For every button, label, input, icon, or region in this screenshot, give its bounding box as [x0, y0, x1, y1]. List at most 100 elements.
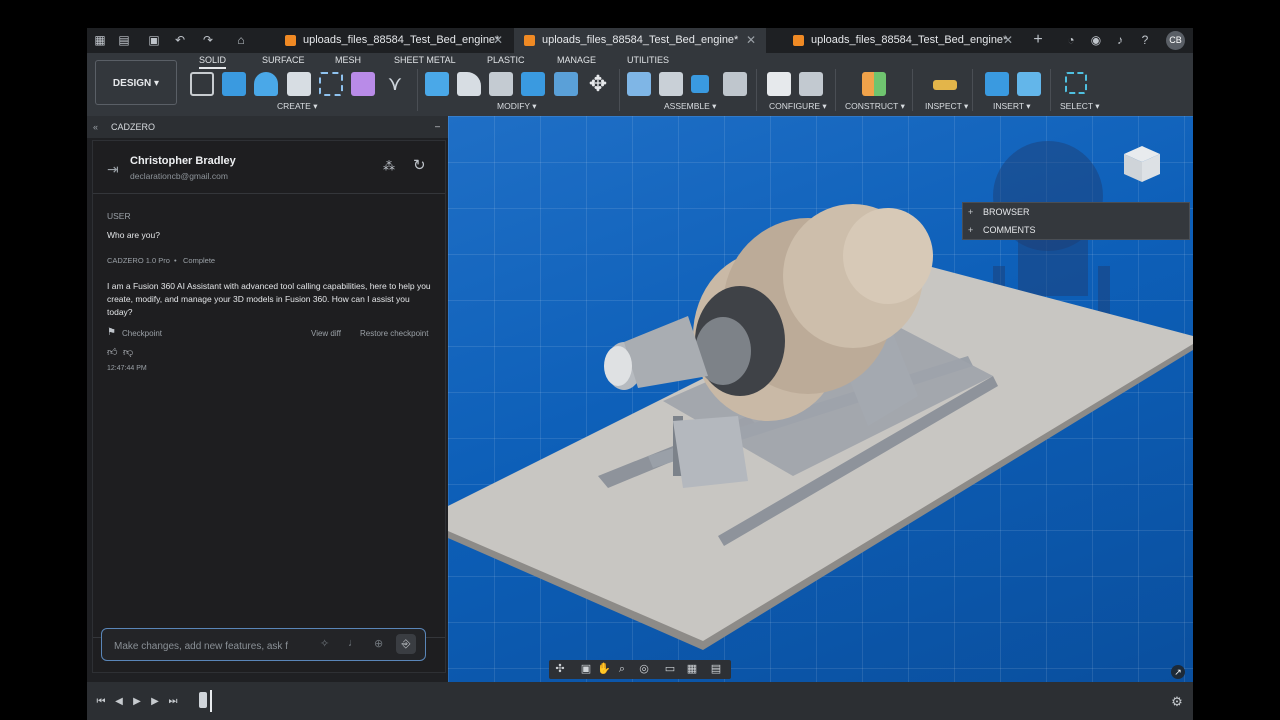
attach-icon[interactable]: ⊕	[374, 637, 383, 650]
fillet-icon[interactable]	[457, 72, 481, 96]
tab-plastic[interactable]: PLASTIC	[487, 55, 525, 65]
tab-sheet-metal[interactable]: SHEET METAL	[394, 55, 456, 65]
press-pull-icon[interactable]	[425, 72, 449, 96]
timeline-bar: ⏮ ◀ ▶ ▶ ⏭ ⚙	[87, 682, 1193, 720]
minimize-icon[interactable]: –	[435, 115, 440, 137]
create-menu[interactable]: CREATE ▾	[277, 101, 317, 112]
close-tab-icon[interactable]: ✕	[1003, 28, 1013, 53]
settings-gear-icon[interactable]: ⚙	[1171, 695, 1183, 708]
design-workspace-button[interactable]: DESIGN ▾	[95, 60, 177, 105]
timeline-feature[interactable]	[199, 692, 207, 708]
job-status-icon[interactable]: ◔	[1064, 33, 1078, 47]
tab-solid[interactable]: SOLID	[199, 55, 227, 69]
display-settings-icon[interactable]: ▭	[663, 662, 677, 676]
look-at-icon[interactable]: ▣	[579, 662, 593, 676]
pan-icon[interactable]: ✋	[597, 662, 611, 676]
zoom-icon[interactable]: ⌕	[615, 662, 629, 676]
shell-icon[interactable]	[489, 72, 513, 96]
orbit-icon[interactable]: ✣	[553, 662, 567, 676]
sign-out-icon[interactable]: ⇥	[107, 161, 119, 178]
assemble-menu[interactable]: ASSEMBLE ▾	[664, 101, 716, 112]
new-component-icon[interactable]	[627, 72, 651, 96]
step-forward-icon[interactable]: ▶	[149, 696, 161, 708]
configure-menu[interactable]: CONFIGURE ▾	[769, 101, 827, 112]
tab-surface[interactable]: SURFACE	[262, 55, 305, 65]
thumbs-up-icon[interactable]: 👍︎	[107, 346, 117, 358]
document-tab-active[interactable]: uploads_files_88584_Test_Bed_engine* ✕	[514, 28, 766, 53]
canvas-icon[interactable]	[1017, 72, 1041, 96]
as-built-joint-icon[interactable]	[691, 75, 709, 93]
help-icon[interactable]: ?	[1138, 33, 1152, 47]
configure-icon[interactable]	[767, 72, 791, 96]
joint-origin-icon[interactable]	[723, 72, 747, 96]
magic-icon[interactable]: ✧	[320, 637, 329, 650]
insert-derive-icon[interactable]	[985, 72, 1009, 96]
joint-icon[interactable]	[659, 72, 683, 96]
go-to-end-icon[interactable]: ⏭	[167, 696, 179, 708]
send-button[interactable]: ⎆	[396, 634, 416, 654]
tab-manage[interactable]: MANAGE	[557, 55, 596, 65]
create-sketch-icon[interactable]	[190, 72, 214, 96]
restore-checkpoint-link[interactable]: Restore checkpoint	[360, 329, 428, 338]
undo-icon[interactable]: ↶	[173, 33, 187, 47]
avatar[interactable]: CB	[1166, 31, 1185, 50]
save-icon[interactable]: ▣	[147, 33, 161, 47]
configuration-table-icon[interactable]	[799, 72, 823, 96]
browser-toggle[interactable]: + BROWSER	[963, 203, 1189, 221]
derive-icon[interactable]: ⋎	[383, 72, 407, 96]
grid-icon[interactable]: ▦	[685, 662, 699, 676]
divider	[619, 69, 620, 111]
timeline-marker[interactable]	[210, 690, 212, 712]
hole-icon[interactable]	[287, 72, 311, 96]
insert-menu[interactable]: INSERT ▾	[993, 101, 1031, 112]
view-cube[interactable]	[1116, 136, 1168, 188]
checkpoint-label[interactable]: Checkpoint	[122, 329, 162, 338]
document-tab[interactable]: uploads_files_88584_Test_Bed_engine* ✕	[275, 28, 513, 53]
comments-toggle[interactable]: + COMMENTS	[963, 221, 1189, 239]
sparkle-settings-icon[interactable]: ⁂	[383, 159, 395, 173]
home-icon[interactable]: ⌂	[234, 33, 248, 47]
notifications-icon[interactable]: ♪	[1113, 33, 1127, 47]
viewports-icon[interactable]: ▤	[709, 662, 723, 676]
collapse-icon[interactable]: «	[93, 116, 98, 138]
apps-grid-icon[interactable]: ▦	[93, 33, 107, 47]
revolve-icon[interactable]	[254, 72, 278, 96]
browser-label: BROWSER	[983, 207, 1030, 217]
offset-plane-icon[interactable]	[862, 72, 886, 96]
extensions-icon[interactable]: ◉	[1089, 33, 1103, 47]
construct-menu[interactable]: CONSTRUCT ▾	[845, 101, 905, 112]
go-to-start-icon[interactable]: ⏮	[95, 696, 107, 708]
3d-viewport[interactable]: + BROWSER + COMMENTS ✣ ▣ ✋ ⌕ ◎ ▭ ▦ ▤ ↗	[448, 116, 1193, 682]
file-icon[interactable]: ▤	[117, 33, 131, 47]
extrude-icon[interactable]	[222, 72, 246, 96]
view-diff-link[interactable]: View diff	[311, 329, 341, 338]
close-tab-icon[interactable]: ✕	[493, 28, 503, 53]
form-icon[interactable]	[351, 72, 375, 96]
document-tab[interactable]: uploads_files_88584_Test_Bed_engine* ✕	[783, 28, 1023, 53]
select-icon[interactable]	[1065, 72, 1087, 94]
chat-input[interactable]	[112, 637, 312, 655]
select-menu[interactable]: SELECT ▾	[1060, 101, 1100, 112]
refresh-icon[interactable]: ↻	[413, 156, 426, 174]
redo-icon[interactable]: ↷	[201, 33, 215, 47]
thumbs-down-icon[interactable]: 👎︎	[123, 346, 133, 358]
inspect-menu[interactable]: INSPECT ▾	[925, 101, 968, 112]
combine-icon[interactable]	[521, 72, 545, 96]
microphone-icon[interactable]: ♩	[348, 637, 359, 649]
move-icon[interactable]: ✥	[586, 72, 610, 96]
close-tab-icon[interactable]: ✕	[746, 28, 756, 53]
new-tab-icon[interactable]: +	[1031, 32, 1045, 48]
tab-utilities[interactable]: UTILITIES	[627, 55, 669, 65]
compass-icon[interactable]: ↗	[1171, 665, 1185, 679]
step-back-icon[interactable]: ◀	[113, 696, 125, 708]
pattern-icon[interactable]	[319, 72, 343, 96]
fit-icon[interactable]: ◎	[637, 662, 651, 676]
play-icon[interactable]: ▶	[131, 696, 143, 708]
dot-separator: •	[174, 256, 177, 265]
user-name: Christopher Bradley	[130, 155, 236, 167]
role-label: USER	[107, 211, 131, 221]
tab-mesh[interactable]: MESH	[335, 55, 361, 65]
split-icon[interactable]	[554, 72, 578, 96]
modify-menu[interactable]: MODIFY ▾	[497, 101, 537, 112]
measure-icon[interactable]	[933, 80, 957, 90]
